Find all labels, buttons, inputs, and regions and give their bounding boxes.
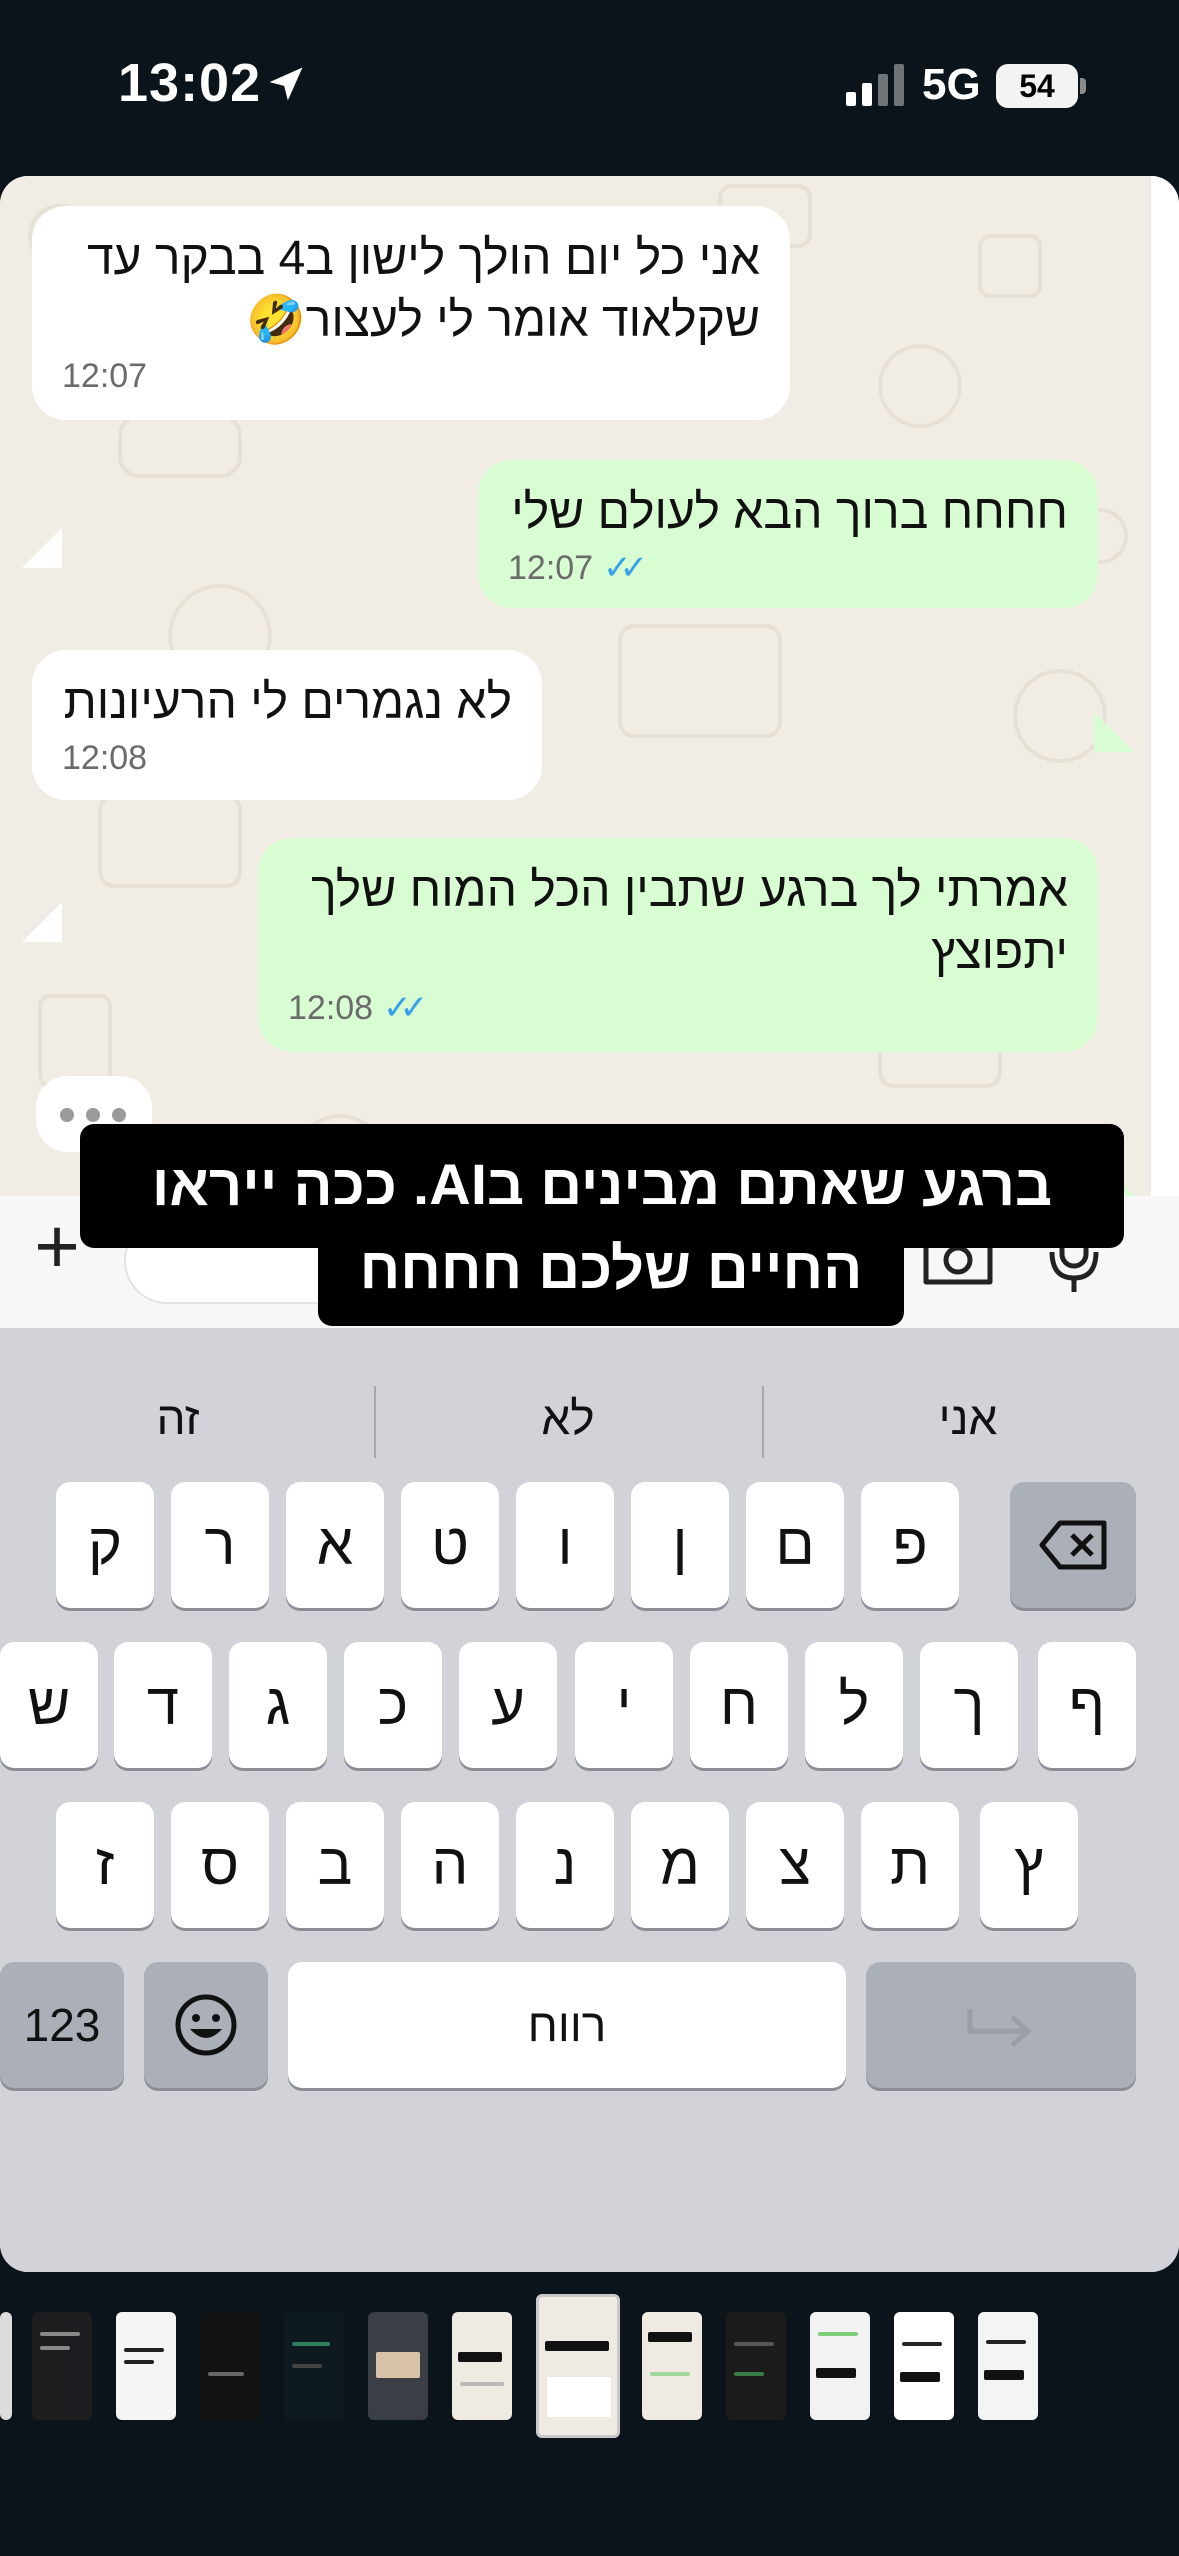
suggestion-1[interactable]: אני bbox=[778, 1368, 1158, 1468]
thumbnail[interactable] bbox=[452, 2312, 512, 2420]
signal-strength-icon bbox=[846, 64, 904, 106]
message-time: 12:08 bbox=[62, 739, 148, 777]
read-ticks-icon: ✓✓ bbox=[603, 549, 648, 587]
message-text: לא נגמרים לי הרעיונות bbox=[63, 676, 512, 729]
message-text: חחחח ברוך הבא לעולם שלי bbox=[511, 486, 1068, 539]
key[interactable]: ז bbox=[56, 1802, 154, 1928]
battery-tip bbox=[1080, 78, 1086, 94]
key[interactable]: מ bbox=[631, 1802, 729, 1928]
key[interactable]: ם bbox=[746, 1482, 844, 1608]
space-key[interactable]: רווח bbox=[288, 1962, 846, 2088]
network-type: 5G bbox=[922, 60, 981, 109]
thumbnail[interactable] bbox=[32, 2312, 92, 2420]
suggestion-divider bbox=[762, 1386, 764, 1458]
key[interactable]: ב bbox=[286, 1802, 384, 1928]
app-switcher-strip bbox=[0, 2286, 1179, 2446]
thumbnail[interactable] bbox=[978, 2312, 1038, 2420]
emoji-key[interactable] bbox=[144, 1962, 268, 2088]
message-meta: 12:07 ✓✓ bbox=[508, 546, 1068, 590]
key[interactable]: ח bbox=[690, 1642, 788, 1768]
location-arrow-icon bbox=[269, 67, 303, 101]
battery-indicator: 54 bbox=[996, 64, 1078, 108]
status-bar: 13:02 5G 54 bbox=[0, 0, 1179, 170]
key[interactable]: ף bbox=[1038, 1642, 1136, 1768]
delete-icon bbox=[1039, 1520, 1107, 1570]
thumbnail[interactable] bbox=[642, 2312, 702, 2420]
key[interactable]: ך bbox=[920, 1642, 1018, 1768]
message-bubble-incoming[interactable]: אני כל יום הולך לישון ב4 בבקר עד שקלאוד … bbox=[32, 206, 790, 420]
thumbnail[interactable] bbox=[726, 2312, 786, 2420]
message-bubble-outgoing[interactable]: חחחח ברוך הבא לעולם שלי 12:07 ✓✓ bbox=[478, 460, 1098, 608]
thumbnail[interactable] bbox=[200, 2312, 260, 2420]
scrollbar[interactable] bbox=[1151, 176, 1179, 1328]
read-ticks-icon: ✓✓ bbox=[383, 989, 428, 1027]
key[interactable]: ן bbox=[631, 1482, 729, 1608]
key[interactable]: ע bbox=[459, 1642, 557, 1768]
suggestion-divider bbox=[374, 1386, 376, 1458]
return-icon bbox=[967, 2009, 1032, 2047]
numbers-key[interactable]: 123 bbox=[0, 1962, 124, 2088]
message-text: אמרתי לך ברגע שתבין הכל המוח שלך bbox=[311, 864, 1068, 917]
thumbnail[interactable] bbox=[368, 2312, 428, 2420]
thumbnail[interactable] bbox=[0, 2312, 12, 2420]
message-meta: 12:08 ✓✓ bbox=[288, 986, 1068, 1030]
caption-line-2: החיים שלכם חחחח bbox=[318, 1204, 904, 1326]
thumbnail[interactable] bbox=[116, 2312, 176, 2420]
thumbnail[interactable] bbox=[894, 2312, 954, 2420]
message-text: יתפוצץ bbox=[931, 926, 1068, 979]
key[interactable]: ג bbox=[229, 1642, 327, 1768]
key[interactable]: י bbox=[575, 1642, 673, 1768]
key[interactable]: ו bbox=[516, 1482, 614, 1608]
key[interactable]: ש bbox=[0, 1642, 98, 1768]
key[interactable]: ה bbox=[401, 1802, 499, 1928]
delete-key[interactable] bbox=[1010, 1482, 1136, 1608]
key[interactable]: צ bbox=[746, 1802, 844, 1928]
key[interactable]: ץ bbox=[980, 1802, 1078, 1928]
return-key[interactable] bbox=[866, 1962, 1136, 2088]
message-bubble-outgoing[interactable]: אמרתי לך ברגע שתבין הכל המוח שלך יתפוצץ … bbox=[258, 838, 1098, 1052]
message-bubble-incoming[interactable]: לא נגמרים לי הרעיונות 12:08 bbox=[32, 650, 542, 800]
message-text: אני כל יום הולך לישון ב4 בבקר עד bbox=[86, 232, 760, 285]
key[interactable]: ת bbox=[861, 1802, 959, 1928]
suggestion-3[interactable]: זה bbox=[0, 1368, 368, 1468]
emoji-icon bbox=[175, 1994, 237, 2056]
key[interactable]: ר bbox=[171, 1482, 269, 1608]
key[interactable]: א bbox=[286, 1482, 384, 1608]
key[interactable]: ד bbox=[114, 1642, 212, 1768]
key[interactable]: ל bbox=[805, 1642, 903, 1768]
key[interactable]: ק bbox=[56, 1482, 154, 1608]
thumbnail[interactable] bbox=[810, 2312, 870, 2420]
suggestion-2[interactable]: לא bbox=[378, 1368, 758, 1468]
key[interactable]: נ bbox=[516, 1802, 614, 1928]
status-time: 13:02 bbox=[118, 53, 262, 113]
key[interactable]: ט bbox=[401, 1482, 499, 1608]
key[interactable]: ס bbox=[171, 1802, 269, 1928]
thumbnail[interactable] bbox=[284, 2312, 344, 2420]
hebrew-keyboard: אני לא זה ק ר א ט ו ן ם פ ש ד ג כ ע י ח … bbox=[0, 1328, 1179, 2272]
message-time: 12:08 bbox=[288, 989, 374, 1027]
message-time: 12:07 bbox=[508, 549, 594, 587]
thumbnail-current[interactable] bbox=[536, 2294, 620, 2438]
message-text: שקלאוד אומר לי לעצור🤣 bbox=[245, 294, 760, 347]
key[interactable]: פ bbox=[861, 1482, 959, 1608]
message-time: 12:07 bbox=[62, 357, 148, 395]
key[interactable]: כ bbox=[344, 1642, 442, 1768]
